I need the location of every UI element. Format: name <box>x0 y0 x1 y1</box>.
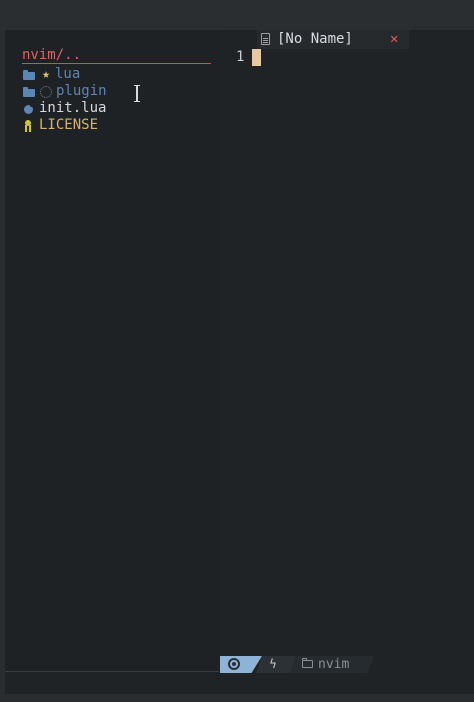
explorer-root-path[interactable]: nvim/.. <box>22 48 211 64</box>
tree-item-label: plugin <box>56 83 107 99</box>
tree-item-label: LICENSE <box>39 117 99 133</box>
line-number: 1 <box>236 49 245 65</box>
folder-icon <box>22 68 36 82</box>
tree-item-license[interactable]: LICENSE <box>22 117 98 134</box>
sidebar-divider <box>5 671 219 672</box>
folder-outline-icon <box>302 658 313 668</box>
tree-item-plugin[interactable]: plugin <box>22 83 107 100</box>
command-line[interactable] <box>5 673 474 694</box>
tab-close-icon[interactable]: ✕ <box>390 31 398 48</box>
folder-icon <box>22 85 36 99</box>
loading-ring-icon <box>40 85 52 98</box>
tab-no-name[interactable]: [No Name] ✕ <box>257 30 409 49</box>
mouse-ibeam-cursor-icon <box>134 85 140 102</box>
vim-mode-icon <box>228 658 240 670</box>
tree-item-init-lua[interactable]: init.lua <box>22 100 106 117</box>
file-icon <box>261 33 270 45</box>
tree-item-lua[interactable]: ★ lua <box>22 66 80 83</box>
tab-label: [No Name] <box>277 31 353 47</box>
bolt-icon: ϟ <box>269 657 277 671</box>
lua-file-icon <box>22 102 36 116</box>
tree-item-label: lua <box>55 66 81 82</box>
window-titlebar <box>0 0 474 30</box>
license-icon <box>22 119 36 133</box>
star-icon: ★ <box>42 66 50 82</box>
tree-item-label: init.lua <box>39 100 107 116</box>
cwd-label: nvim <box>318 657 350 672</box>
text-cursor <box>252 49 261 66</box>
